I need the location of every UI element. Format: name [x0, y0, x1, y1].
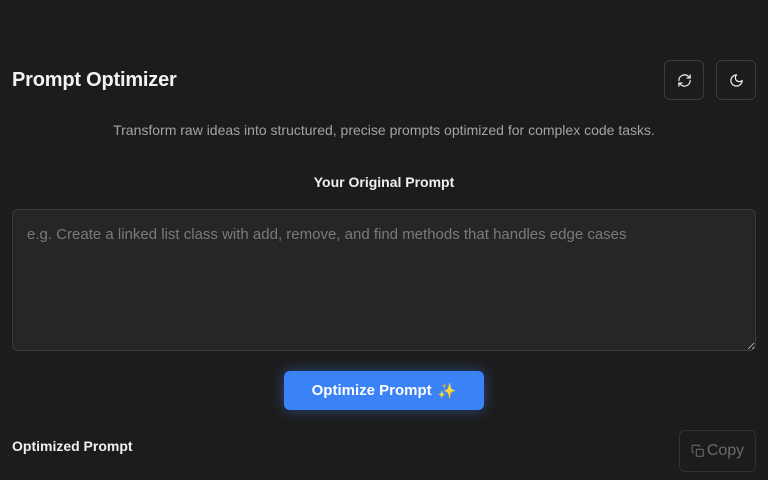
- original-prompt-input[interactable]: [12, 209, 756, 351]
- optimize-button-label: Optimize Prompt: [311, 382, 432, 399]
- app-root: Prompt Optimizer Transform raw ideas int…: [0, 0, 768, 480]
- page-title: Prompt Optimizer: [12, 68, 177, 91]
- copy-button-label: Copy: [706, 442, 745, 459]
- theme-toggle-button[interactable]: [716, 60, 756, 100]
- refresh-icon: [677, 73, 691, 87]
- header: Prompt Optimizer: [12, 60, 756, 100]
- moon-icon: [729, 73, 743, 87]
- subtitle: Transform raw ideas into structured, pre…: [113, 122, 655, 138]
- output-label: Optimized Prompt: [12, 438, 133, 454]
- copy-icon: [691, 444, 704, 457]
- input-label: Your Original Prompt: [313, 174, 455, 190]
- sparkles-icon: ✨: [437, 382, 457, 400]
- optimize-prompt-button[interactable]: Optimize Prompt ✨: [284, 371, 484, 410]
- header-actions: [664, 60, 756, 100]
- copy-button[interactable]: Copy: [679, 430, 756, 472]
- refresh-button[interactable]: [664, 60, 704, 100]
